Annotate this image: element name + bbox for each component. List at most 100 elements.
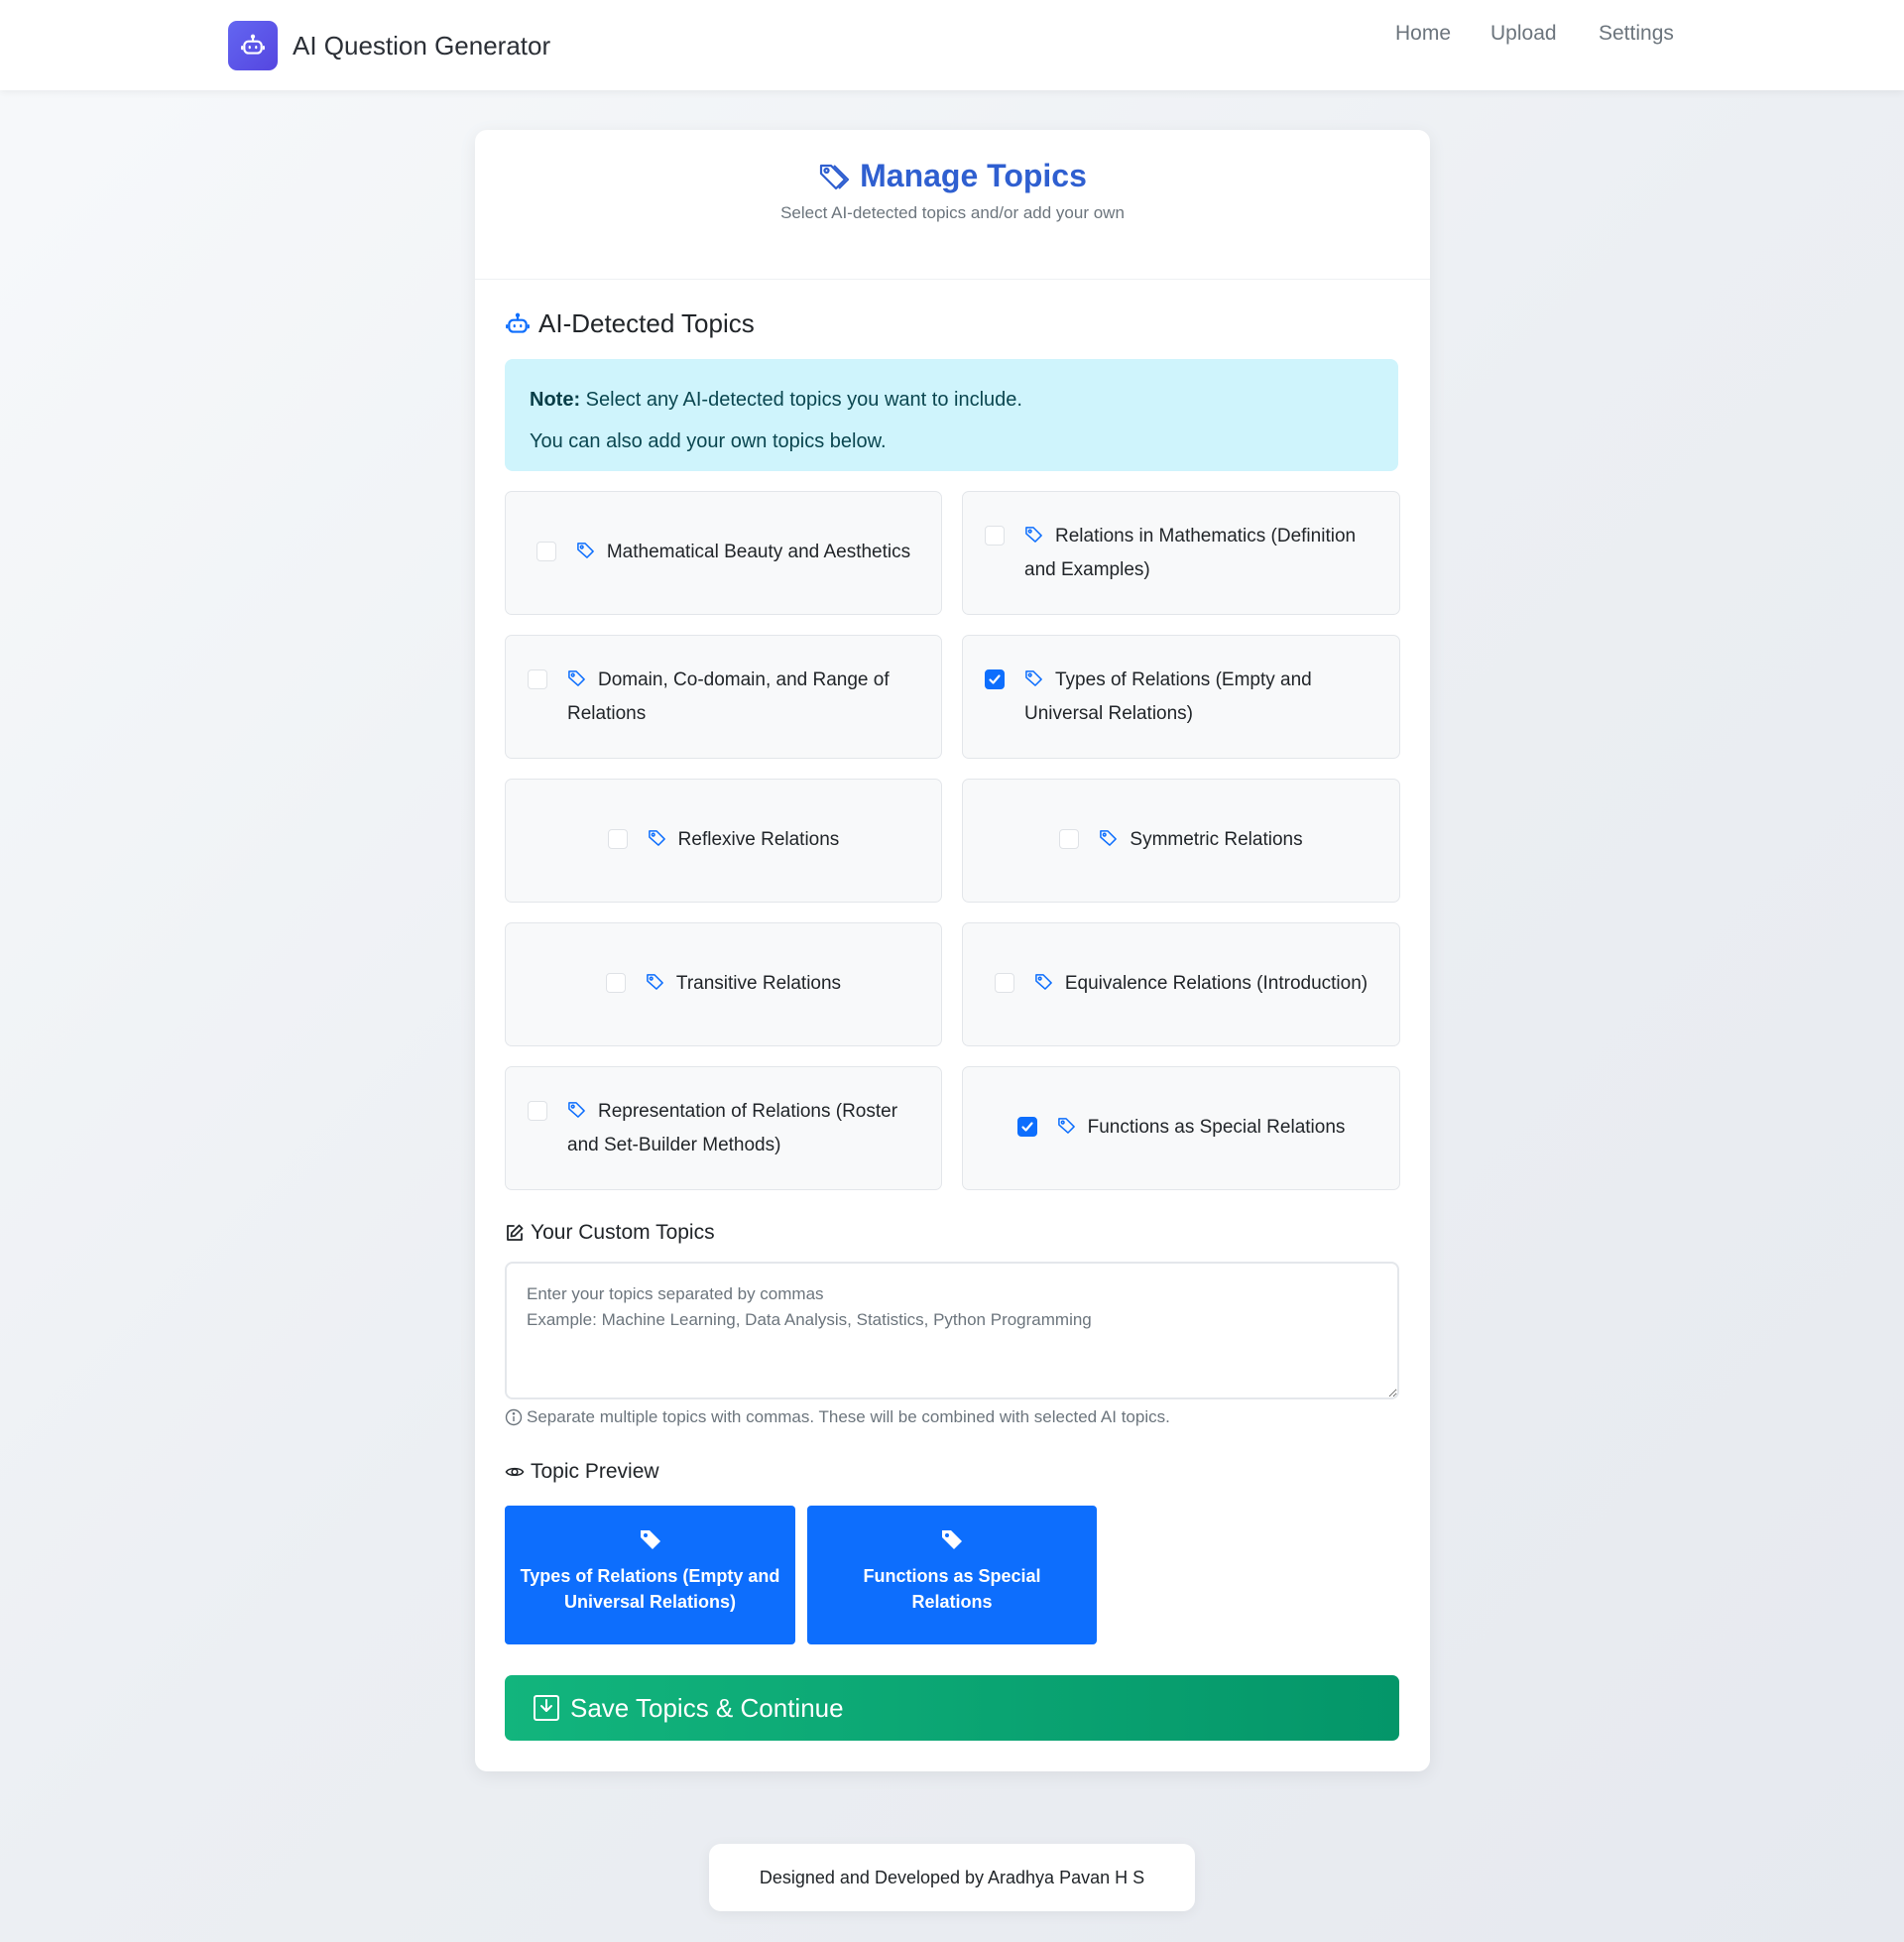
topic-label: Representation of Relations (Roster and … [567, 1096, 919, 1161]
footer-credit: Designed and Developed by Aradhya Pavan … [759, 1867, 1145, 1887]
topic-option-content: Representation of Relations (Roster and … [528, 1096, 919, 1161]
topic-label: Functions as Special Relations [1057, 1112, 1346, 1146]
topic-option[interactable]: Relations in Mathematics (Definition and… [962, 491, 1400, 615]
topic-label: Mathematical Beauty and Aesthetics [576, 537, 910, 570]
topic-label: Relations in Mathematics (Definition and… [1024, 521, 1377, 586]
tag-icon [576, 539, 595, 570]
topic-label-text: Equivalence Relations (Introduction) [1064, 972, 1368, 994]
tag-icon [1034, 970, 1053, 1002]
footer: Designed and Developed by Aradhya Pavan … [709, 1844, 1195, 1911]
topic-checkbox[interactable] [536, 541, 556, 561]
preview-chip: Types of Relations (Empty and Universal … [505, 1506, 795, 1644]
nav-link-settings[interactable]: Settings [1599, 22, 1674, 46]
page-title-text: Manage Topics [860, 158, 1087, 193]
preview-chip-text: Types of Relations (Empty and Universal … [520, 1566, 780, 1612]
tag-icon [1099, 826, 1118, 858]
topic-option[interactable]: Mathematical Beauty and Aesthetics [505, 491, 942, 615]
robot-icon [228, 21, 278, 70]
topic-label-text: Reflexive Relations [677, 828, 840, 850]
tag-icon [1024, 523, 1043, 554]
save-topics-button[interactable]: Save Topics & Continue [505, 1675, 1399, 1741]
brand[interactable]: AI Question Generator [228, 21, 550, 70]
navbar: AI Question Generator Home Upload Settin… [0, 0, 1904, 90]
custom-topics-input[interactable] [505, 1262, 1399, 1399]
topic-checkbox[interactable] [985, 525, 1005, 546]
tag-icon [640, 1530, 660, 1549]
topic-option[interactable]: Domain, Co-domain, and Range of Relation… [505, 635, 942, 759]
preview-chip: Functions as Special Relations [807, 1506, 1097, 1644]
topic-checkbox[interactable] [605, 972, 626, 993]
topic-option-content: Mathematical Beauty and Aesthetics [536, 537, 910, 570]
note-label: Note: [530, 389, 581, 411]
page-title: Manage Topics [475, 158, 1430, 194]
custom-topics-label-text: Your Custom Topics [531, 1221, 715, 1244]
save-topics-button-label: Save Topics & Continue [570, 1692, 844, 1723]
topic-option[interactable]: Representation of Relations (Roster and … [505, 1066, 942, 1190]
topic-label: Symmetric Relations [1099, 824, 1303, 858]
topic-option[interactable]: Symmetric Relations [962, 779, 1400, 903]
brand-title: AI Question Generator [293, 30, 551, 61]
note-line-1: Select any AI-detected topics you want t… [585, 389, 1022, 411]
tag-icon [567, 1098, 586, 1130]
save-icon [534, 1695, 559, 1721]
custom-topics-hint: Separate multiple topics with commas. Th… [505, 1407, 1170, 1427]
tag-icon [942, 1530, 962, 1549]
topic-label-text: Representation of Relations (Roster and … [567, 1100, 898, 1155]
custom-topics-label: Your Custom Topics [505, 1221, 715, 1245]
nav-link-home[interactable]: Home [1395, 22, 1451, 46]
eye-icon [505, 1467, 525, 1477]
topic-label-text: Types of Relations (Empty and Universal … [1024, 668, 1312, 724]
topic-checkbox[interactable] [985, 668, 1005, 689]
topic-preview-label: Topic Preview [505, 1460, 659, 1484]
topic-option-content: Reflexive Relations [607, 824, 840, 858]
topic-label: Reflexive Relations [648, 824, 840, 858]
topic-label: Types of Relations (Empty and Universal … [1024, 665, 1377, 730]
topic-option-content: Functions as Special Relations [1016, 1112, 1346, 1146]
preview-chip-text: Functions as Special Relations [863, 1566, 1041, 1612]
tag-icon [648, 826, 666, 858]
tag-icon [567, 667, 586, 698]
topic-option[interactable]: Types of Relations (Empty and Universal … [962, 635, 1400, 759]
topic-checkbox[interactable] [994, 972, 1014, 993]
tag-icon [646, 970, 664, 1002]
topic-option-content: Types of Relations (Empty and Universal … [985, 665, 1377, 730]
topic-option-content: Domain, Co-domain, and Range of Relation… [528, 665, 919, 730]
topic-label: Domain, Co-domain, and Range of Relation… [567, 665, 919, 730]
topic-option-content: Symmetric Relations [1059, 824, 1303, 858]
topic-checkbox[interactable] [607, 828, 628, 849]
topic-option[interactable]: Functions as Special Relations [962, 1066, 1400, 1190]
tags-icon [820, 164, 850, 189]
topic-label-text: Relations in Mathematics (Definition and… [1024, 525, 1357, 580]
page-subtitle: Select AI-detected topics and/or add you… [780, 203, 1125, 222]
topic-checkbox[interactable] [1059, 828, 1080, 849]
edit-icon [507, 1224, 524, 1241]
note-line-2: You can also add your own topics below. [530, 430, 887, 452]
topic-label-text: Transitive Relations [675, 972, 842, 994]
ai-topics-heading: AI-Detected Topics [505, 308, 755, 339]
info-icon [505, 1408, 523, 1426]
manage-topics-card: Manage Topics Select AI-detected topics … [475, 130, 1430, 1771]
nav-link-upload[interactable]: Upload [1490, 22, 1557, 46]
topic-checkbox[interactable] [528, 1100, 547, 1121]
topic-option[interactable]: Reflexive Relations [505, 779, 942, 903]
topic-preview-label-text: Topic Preview [531, 1460, 659, 1483]
topic-label-text: Symmetric Relations [1130, 828, 1303, 850]
topic-label: Equivalence Relations (Introduction) [1034, 968, 1368, 1002]
topic-option-content: Relations in Mathematics (Definition and… [985, 521, 1377, 586]
topic-checkbox[interactable] [1016, 1116, 1037, 1137]
topic-option[interactable]: Equivalence Relations (Introduction) [962, 922, 1400, 1046]
topic-checkbox[interactable] [528, 668, 547, 689]
topic-label-text: Mathematical Beauty and Aesthetics [606, 541, 911, 562]
card-header: Manage Topics Select AI-detected topics … [475, 130, 1430, 280]
custom-topics-hint-text: Separate multiple topics with commas. Th… [527, 1407, 1170, 1426]
topic-label: Transitive Relations [646, 968, 841, 1002]
tag-icon [1057, 1114, 1076, 1146]
topic-label-text: Domain, Co-domain, and Range of Relation… [567, 668, 890, 724]
topic-option-content: Transitive Relations [605, 968, 841, 1002]
info-note: Note: Select any AI-detected topics you … [505, 359, 1398, 471]
ai-topics-heading-text: AI-Detected Topics [538, 308, 755, 338]
topic-option-content: Equivalence Relations (Introduction) [994, 968, 1368, 1002]
robot-icon [506, 312, 530, 333]
topic-option[interactable]: Transitive Relations [505, 922, 942, 1046]
topic-label-text: Functions as Special Relations [1087, 1116, 1346, 1138]
